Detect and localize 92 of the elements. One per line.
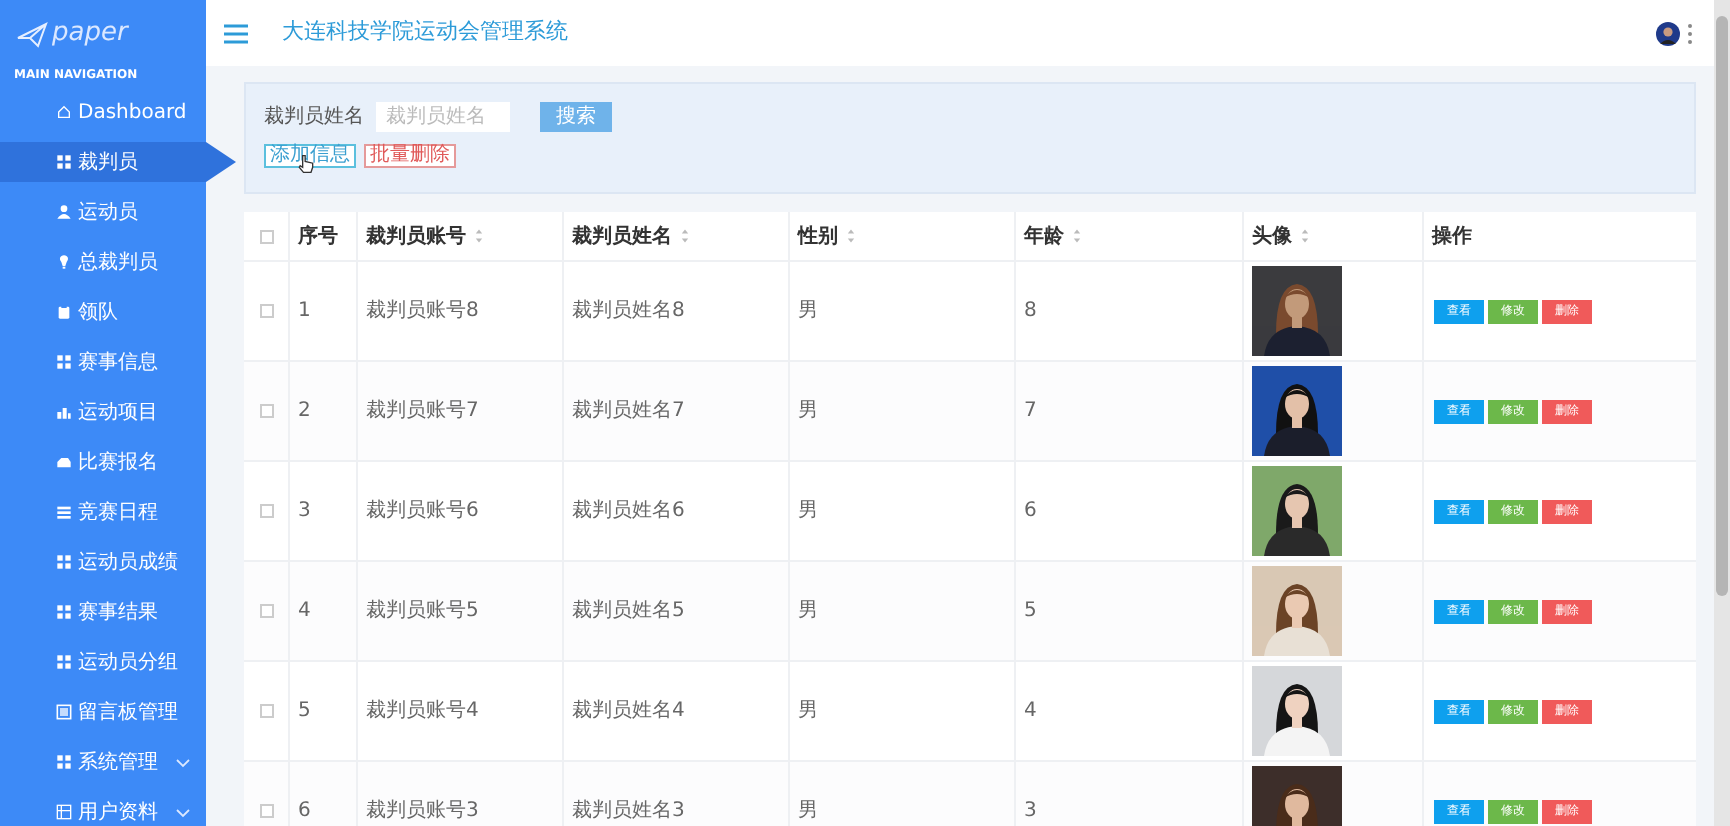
bulb-icon — [56, 254, 72, 270]
table-cell-text: 3 — [1024, 798, 1037, 826]
logo-text: paper — [52, 15, 128, 52]
paper-plane-icon — [16, 19, 48, 47]
square-icon — [56, 704, 72, 720]
kebab-icon — [1686, 21, 1694, 45]
table-cell-text: 裁判员姓名4 — [572, 697, 685, 726]
column-header[interactable]: 裁判员姓名 — [572, 221, 672, 251]
table-cell-text: 裁判员账号5 — [366, 597, 479, 626]
table-cell-text: 裁判员姓名8 — [572, 297, 685, 326]
app-title: 大连科技学院运动会管理系统 — [282, 16, 568, 49]
person-icon — [56, 204, 72, 220]
chevron-icon — [174, 753, 192, 771]
row-checkbox[interactable] — [259, 304, 273, 318]
table-cell-text: 裁判员姓名5 — [572, 597, 685, 626]
grid-icon — [56, 654, 72, 670]
table-cell-text: 4 — [1024, 698, 1037, 726]
table-cell-text: 男 — [798, 498, 818, 526]
sidebar-item[interactable]: 运动项目 — [0, 392, 236, 432]
delete-button[interactable]: 批量删除 — [364, 143, 456, 167]
row-checkbox[interactable] — [259, 804, 273, 818]
clipboard-icon — [56, 304, 72, 320]
field-label: 裁判员姓名 — [264, 103, 364, 131]
sidebar-item[interactable]: 赛事结果 — [0, 592, 236, 632]
table-cell-text: 裁判员账号6 — [366, 497, 479, 526]
table-cell-text: 男 — [798, 598, 818, 626]
sort-icon — [680, 228, 690, 244]
list-icon — [56, 504, 72, 520]
sort-icon — [474, 228, 484, 244]
row-checkbox[interactable] — [259, 704, 273, 718]
sidebar-item[interactable]: 领队 — [0, 292, 236, 332]
grid-icon — [56, 754, 72, 770]
table-cell-text: 3 — [298, 498, 311, 526]
menu-icon — [222, 21, 250, 45]
sort-icon — [846, 228, 856, 244]
calendar-icon — [56, 804, 72, 820]
menu-button[interactable] — [222, 21, 250, 45]
sort-icon — [1072, 228, 1082, 244]
table-cell-text: 5 — [298, 698, 311, 726]
column-header[interactable]: 年龄 — [1024, 221, 1064, 251]
table-cell-text: 男 — [798, 398, 818, 426]
table-cell-text: 裁判员账号7 — [366, 397, 479, 426]
column-header: 操作 — [1432, 223, 1472, 251]
bar-icon — [56, 404, 72, 420]
table-cell-text: 男 — [798, 798, 818, 826]
search-button[interactable]: 搜索 — [540, 101, 612, 131]
grid-icon — [56, 554, 72, 570]
table-cell-text: 5 — [1024, 598, 1037, 626]
sidebar-item[interactable]: 系统管理 — [0, 742, 236, 782]
table-cell-text: 男 — [798, 298, 818, 326]
table-cell-text: 男 — [798, 698, 818, 726]
avatar-icon — [1656, 21, 1680, 45]
scrollbar[interactable] — [1714, 0, 1730, 826]
table-cell-text: 2 — [298, 398, 311, 426]
table-cell-text: 裁判员姓名3 — [572, 797, 685, 826]
row-checkbox[interactable] — [259, 604, 273, 618]
column-header[interactable]: 裁判员账号 — [366, 221, 466, 251]
table-cell-text: 裁判员姓名7 — [572, 397, 685, 426]
sidebar-item[interactable]: 赛事信息 — [0, 342, 236, 382]
column-header: 序号 — [298, 222, 338, 251]
grid-icon — [56, 354, 72, 370]
sidebar-item[interactable]: 运动员 — [0, 192, 236, 232]
row-checkbox[interactable] — [259, 504, 273, 518]
sidebar-item[interactable]: 总裁判员 — [0, 242, 236, 282]
row-checkbox[interactable] — [259, 404, 273, 418]
column-header[interactable]: 头像 — [1252, 221, 1292, 251]
sidebar-item[interactable]: 留言板管理 — [0, 692, 236, 732]
table-cell-text: 裁判员账号8 — [366, 297, 479, 326]
home-icon — [56, 104, 72, 120]
table-cell-text: 裁判员姓名6 — [572, 497, 685, 526]
table-cell-text: 7 — [1024, 398, 1037, 426]
sidebar-item[interactable]: 运动员成绩 — [0, 542, 236, 582]
table-cell-text: 裁判员账号3 — [366, 797, 479, 826]
table-cell-text: 4 — [298, 598, 311, 626]
sidebar-item[interactable]: 比赛报名 — [0, 442, 236, 482]
sidebar-item[interactable]: 运动员分组 — [0, 642, 236, 682]
grid-icon — [56, 154, 72, 170]
table-cell-text: 6 — [1024, 498, 1037, 526]
sidebar-item[interactable]: Dashboard — [0, 92, 236, 132]
sidebar-item[interactable]: 竞赛日程 — [0, 492, 236, 532]
table-cell-text: 6 — [298, 798, 311, 826]
select-all-checkbox[interactable] — [259, 229, 273, 243]
table-cell-text: 裁判员账号4 — [366, 697, 479, 726]
search-field[interactable]: 裁判员姓名 — [376, 101, 510, 131]
column-header[interactable]: 性别 — [798, 221, 838, 251]
chevron-icon — [174, 803, 192, 821]
table-cell-text: 1 — [298, 298, 311, 326]
sidebar-item[interactable]: 裁判员 — [0, 142, 236, 182]
table-cell-text: 8 — [1024, 298, 1037, 326]
sidebar-item[interactable]: 用户资料 — [0, 792, 236, 826]
grid-icon — [56, 604, 72, 620]
sort-icon — [1300, 228, 1310, 244]
